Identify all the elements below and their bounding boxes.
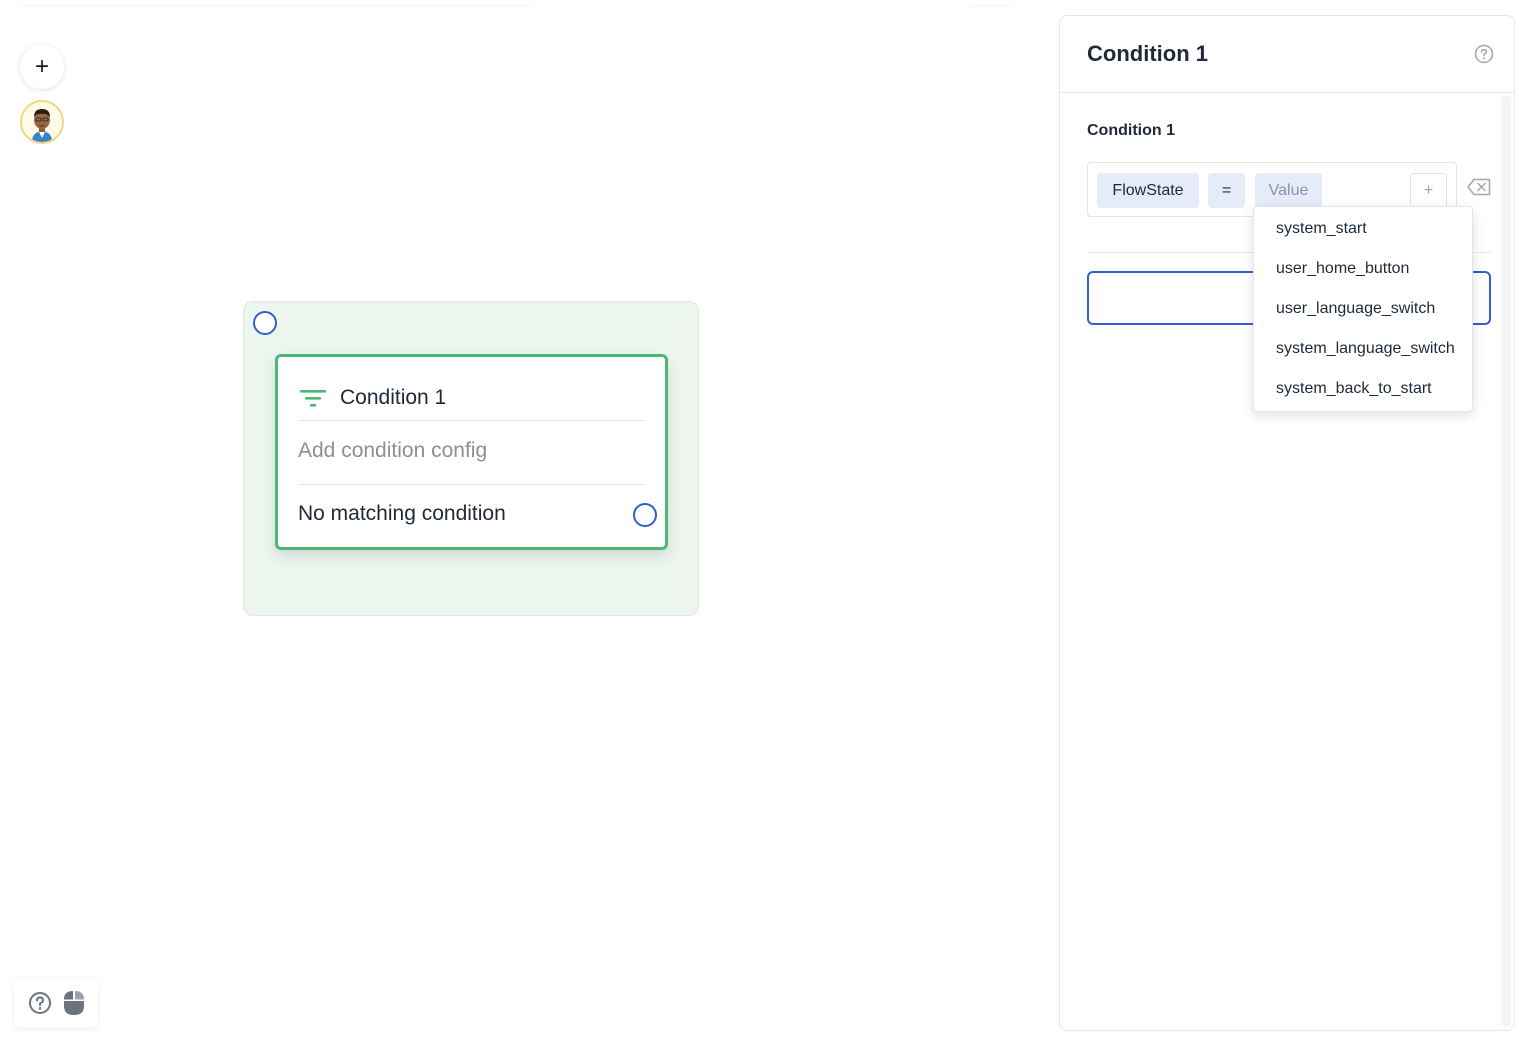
- condition-section-label: Condition 1: [1087, 122, 1175, 139]
- divider: [298, 420, 645, 421]
- top-toolbar-edge-right: [968, 0, 1010, 4]
- divider: [298, 484, 645, 485]
- scrollbar[interactable]: [1501, 96, 1511, 1026]
- bottom-tools: [14, 978, 98, 1028]
- node-title: Condition 1: [340, 385, 447, 409]
- value-input[interactable]: Value: [1255, 173, 1322, 208]
- no-match-output-port[interactable]: [633, 503, 657, 527]
- dropdown-option[interactable]: user_language_switch: [1254, 289, 1472, 329]
- top-toolbar-edge: [20, 0, 530, 4]
- backspace-icon[interactable]: [1467, 178, 1491, 196]
- avatar-image: [22, 102, 62, 142]
- help-circle-icon[interactable]: [1474, 44, 1494, 64]
- operator-chip[interactable]: =: [1208, 173, 1245, 208]
- add-node-button[interactable]: +: [20, 45, 64, 89]
- add-clause-button[interactable]: +: [1410, 173, 1447, 208]
- dropdown-option[interactable]: system_language_switch: [1254, 329, 1472, 369]
- dropdown-option[interactable]: system_start: [1254, 209, 1472, 249]
- add-condition-placeholder[interactable]: Add condition config: [298, 439, 487, 463]
- dropdown-option[interactable]: user_home_button: [1254, 249, 1472, 289]
- mouse-icon[interactable]: [63, 990, 85, 1016]
- properties-panel: Condition 1 Condition 1 FlowState = Valu…: [1059, 15, 1515, 1031]
- help-circle-icon[interactable]: [28, 991, 52, 1015]
- panel-title: Condition 1: [1087, 41, 1208, 66]
- dropdown-option[interactable]: system_back_to_start: [1254, 369, 1472, 409]
- field-chip[interactable]: FlowState: [1097, 173, 1199, 208]
- condition-node[interactable]: Condition 1 Add condition config No matc…: [275, 354, 668, 550]
- filter-icon: [300, 389, 326, 407]
- no-match-branch-label: No matching condition: [298, 502, 506, 525]
- avatar[interactable]: [20, 100, 64, 144]
- flow-canvas[interactable]: + Condition 1 Add condition config No ma…: [0, 0, 1520, 1038]
- node-header: Condition 1: [300, 375, 645, 420]
- panel-header: Condition 1: [1060, 16, 1514, 93]
- input-port[interactable]: [253, 311, 277, 335]
- value-dropdown: system_start user_home_button user_langu…: [1253, 206, 1473, 412]
